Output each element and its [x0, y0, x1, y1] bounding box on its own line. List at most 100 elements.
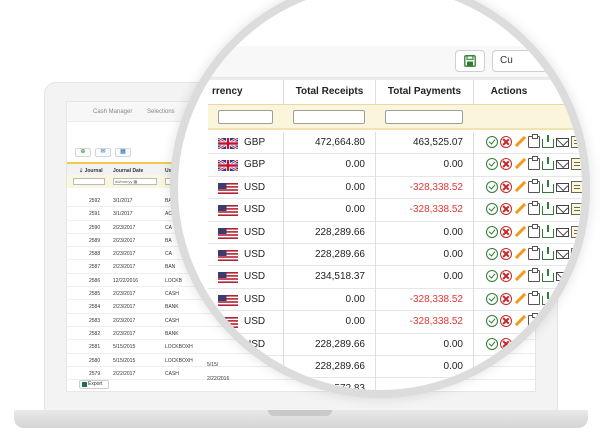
reject-icon[interactable] [500, 337, 512, 350]
reject-icon[interactable] [500, 203, 512, 216]
reject-icon[interactable] [500, 292, 512, 305]
download-icon[interactable] [542, 291, 554, 305]
reject-icon[interactable] [500, 225, 512, 238]
edit-icon[interactable] [514, 203, 526, 215]
note-icon[interactable] [571, 203, 582, 216]
table-row[interactable]: USD 228,289.66 0.00 [208, 333, 582, 356]
add-icon[interactable]: ⊕ [75, 148, 91, 157]
clipboard-icon[interactable] [528, 313, 540, 328]
email-icon[interactable] [556, 272, 569, 282]
clipboard-icon[interactable] [528, 268, 540, 283]
customize-button[interactable]: Cu [492, 50, 552, 72]
table-row[interactable]: USD 228,289.66 0.00 [208, 243, 582, 267]
edit-icon[interactable] [514, 315, 526, 327]
approve-icon[interactable] [486, 270, 498, 283]
approve-icon[interactable] [486, 315, 498, 328]
reject-icon[interactable] [500, 359, 512, 372]
tab-cash-manager[interactable]: Cash Manager [93, 109, 132, 115]
table-row[interactable]: USD 0.00 -328,338.52 [208, 199, 582, 222]
clipboard-icon[interactable] [528, 156, 540, 171]
approve-icon[interactable] [486, 359, 498, 372]
table-row[interactable]: USD 228,289.66 0.00 [208, 221, 582, 244]
note-icon[interactable] [571, 158, 582, 171]
email-icon[interactable] [556, 249, 569, 259]
date-filter-input[interactable]: dd/mm/yy ▦ [113, 178, 157, 185]
note-icon[interactable] [571, 382, 582, 390]
email-icon[interactable] [556, 294, 569, 304]
email-icon[interactable] [556, 339, 569, 349]
approve-icon[interactable] [486, 203, 498, 216]
approve-icon[interactable] [486, 292, 498, 305]
column-total-receipts[interactable]: Total Receipts [284, 80, 376, 106]
payments-filter-input[interactable] [385, 110, 463, 124]
email-icon[interactable] [556, 182, 569, 192]
edit-icon[interactable] [514, 181, 526, 193]
download-icon[interactable] [542, 157, 554, 171]
note-icon[interactable] [571, 136, 582, 148]
column-journal[interactable]: ⇣ Journal [79, 168, 103, 174]
email-icon[interactable] [556, 361, 569, 371]
email-icon[interactable]: ✉ [95, 148, 111, 157]
currency-filter-input[interactable] [218, 110, 273, 124]
table-row[interactable]: USD 0.00 -328,338.52 [208, 176, 582, 200]
reject-icon[interactable] [500, 180, 512, 193]
export-button[interactable]: Export [79, 380, 109, 389]
clipboard-icon[interactable] [528, 134, 540, 148]
save-button[interactable] [455, 50, 485, 72]
download-icon[interactable] [542, 358, 554, 372]
edit-icon[interactable] [514, 136, 526, 148]
note-icon[interactable] [571, 359, 582, 372]
download-icon[interactable] [542, 202, 554, 216]
reject-icon[interactable] [500, 158, 512, 171]
download-icon[interactable] [542, 336, 554, 350]
email-icon[interactable] [556, 205, 569, 215]
note-icon[interactable] [571, 225, 582, 238]
chart-icon[interactable]: ▦ [115, 148, 131, 157]
note-icon[interactable] [571, 180, 582, 193]
approve-icon[interactable] [486, 337, 498, 350]
note-icon[interactable] [571, 270, 582, 283]
approve-icon[interactable] [486, 247, 498, 260]
approve-icon[interactable] [486, 225, 498, 238]
clipboard-icon[interactable] [528, 201, 540, 216]
table-row[interactable]: USD 0.00 -328,338.52 [208, 288, 582, 312]
download-icon[interactable] [542, 314, 554, 328]
column-journal-date[interactable]: Journal Date [113, 168, 143, 174]
table-row[interactable]: USD 228,289.66 0.00 [208, 355, 582, 379]
reject-icon[interactable] [500, 247, 512, 260]
column-total-payments[interactable]: Total Payments [376, 80, 474, 106]
reject-icon[interactable] [500, 315, 512, 328]
edit-icon[interactable] [514, 293, 526, 305]
clipboard-icon[interactable] [528, 223, 540, 238]
email-icon[interactable] [556, 227, 569, 237]
download-icon[interactable] [542, 179, 554, 193]
download-icon[interactable] [542, 224, 554, 238]
download-icon[interactable] [542, 246, 554, 260]
email-icon[interactable] [556, 160, 569, 170]
edit-icon[interactable] [514, 248, 526, 260]
approve-icon[interactable] [486, 136, 498, 148]
email-icon[interactable] [556, 317, 569, 327]
clipboard-icon[interactable] [528, 357, 540, 372]
tab-selections[interactable]: Selections [147, 109, 175, 115]
approve-icon[interactable] [486, 158, 498, 171]
receipts-filter-input[interactable] [293, 110, 365, 124]
note-icon[interactable] [571, 292, 582, 305]
approve-icon[interactable] [486, 180, 498, 193]
note-icon[interactable] [571, 247, 582, 260]
edit-icon[interactable] [514, 226, 526, 238]
table-row[interactable]: USD 234,518.37 0.00 [208, 266, 582, 289]
clipboard-icon[interactable] [528, 335, 540, 350]
reject-icon[interactable] [500, 136, 512, 148]
clipboard-icon[interactable] [528, 245, 540, 260]
reject-icon[interactable] [500, 270, 512, 283]
edit-icon[interactable] [514, 360, 526, 372]
note-icon[interactable] [571, 315, 582, 328]
download-icon[interactable] [542, 269, 554, 283]
clipboard-icon[interactable] [528, 290, 540, 305]
download-icon[interactable] [542, 135, 554, 148]
journal-filter-input[interactable] [73, 178, 105, 185]
table-row[interactable]: GBP 0.00 0.00 [208, 154, 582, 177]
note-icon[interactable] [571, 337, 582, 350]
table-row[interactable]: GBP 472,664.80 463,525.07 [208, 132, 582, 155]
